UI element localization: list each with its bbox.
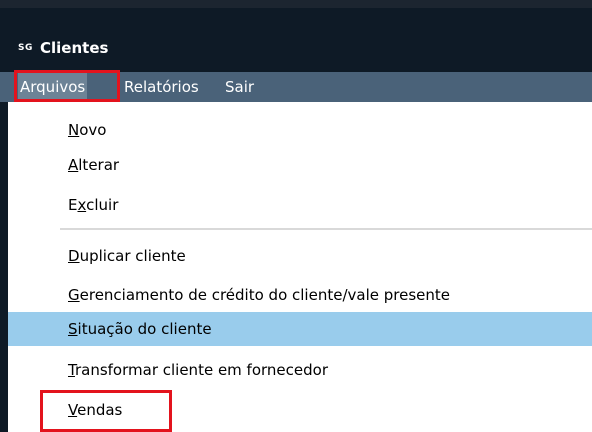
menu-separator [60,228,592,230]
menu-item-label: Duplicar cliente [68,247,186,265]
window-title: Clientes [40,39,109,57]
app-icon: SG [18,43,33,53]
title-bar: SG Clientes [0,8,592,72]
arquivos-dropdown-menu: Novo Alterar Excluir Duplicar cliente Ge… [8,102,592,432]
menu-arquivos[interactable]: Arquivos [18,72,88,102]
menu-item-duplicar-cliente[interactable]: Duplicar cliente [8,239,592,273]
menu-item-label: Alterar [68,156,120,174]
menu-item-label: Excluir [68,196,119,214]
top-strip [0,0,592,8]
menu-item-label: Gerenciamento de crédito do cliente/vale… [68,286,450,304]
app-window: SG Clientes Arquivos Relatórios Sair Nov… [0,0,592,432]
menu-bar: Arquivos Relatórios Sair [0,72,592,102]
menu-item-alterar[interactable]: Alterar [8,148,592,182]
menu-relatorios[interactable]: Relatórios [124,72,199,102]
menu-item-transformar-fornecedor[interactable]: Transformar cliente em fornecedor [8,353,592,387]
menu-item-excluir[interactable]: Excluir [8,188,592,222]
menu-item-label: Vendas [68,401,123,419]
menu-sair[interactable]: Sair [225,72,254,102]
menu-item-label: Situação do cliente [68,320,212,338]
menu-item-label: Novo [68,121,107,139]
menu-item-situacao-cliente[interactable]: Situação do cliente [8,312,592,346]
menu-item-gerenciamento-credito[interactable]: Gerenciamento de crédito do cliente/vale… [8,278,592,312]
menu-item-novo[interactable]: Novo [8,113,592,147]
menu-item-vendas[interactable]: Vendas [8,393,592,427]
menu-item-label: Transformar cliente em fornecedor [68,361,328,379]
window-left-edge [0,102,8,432]
